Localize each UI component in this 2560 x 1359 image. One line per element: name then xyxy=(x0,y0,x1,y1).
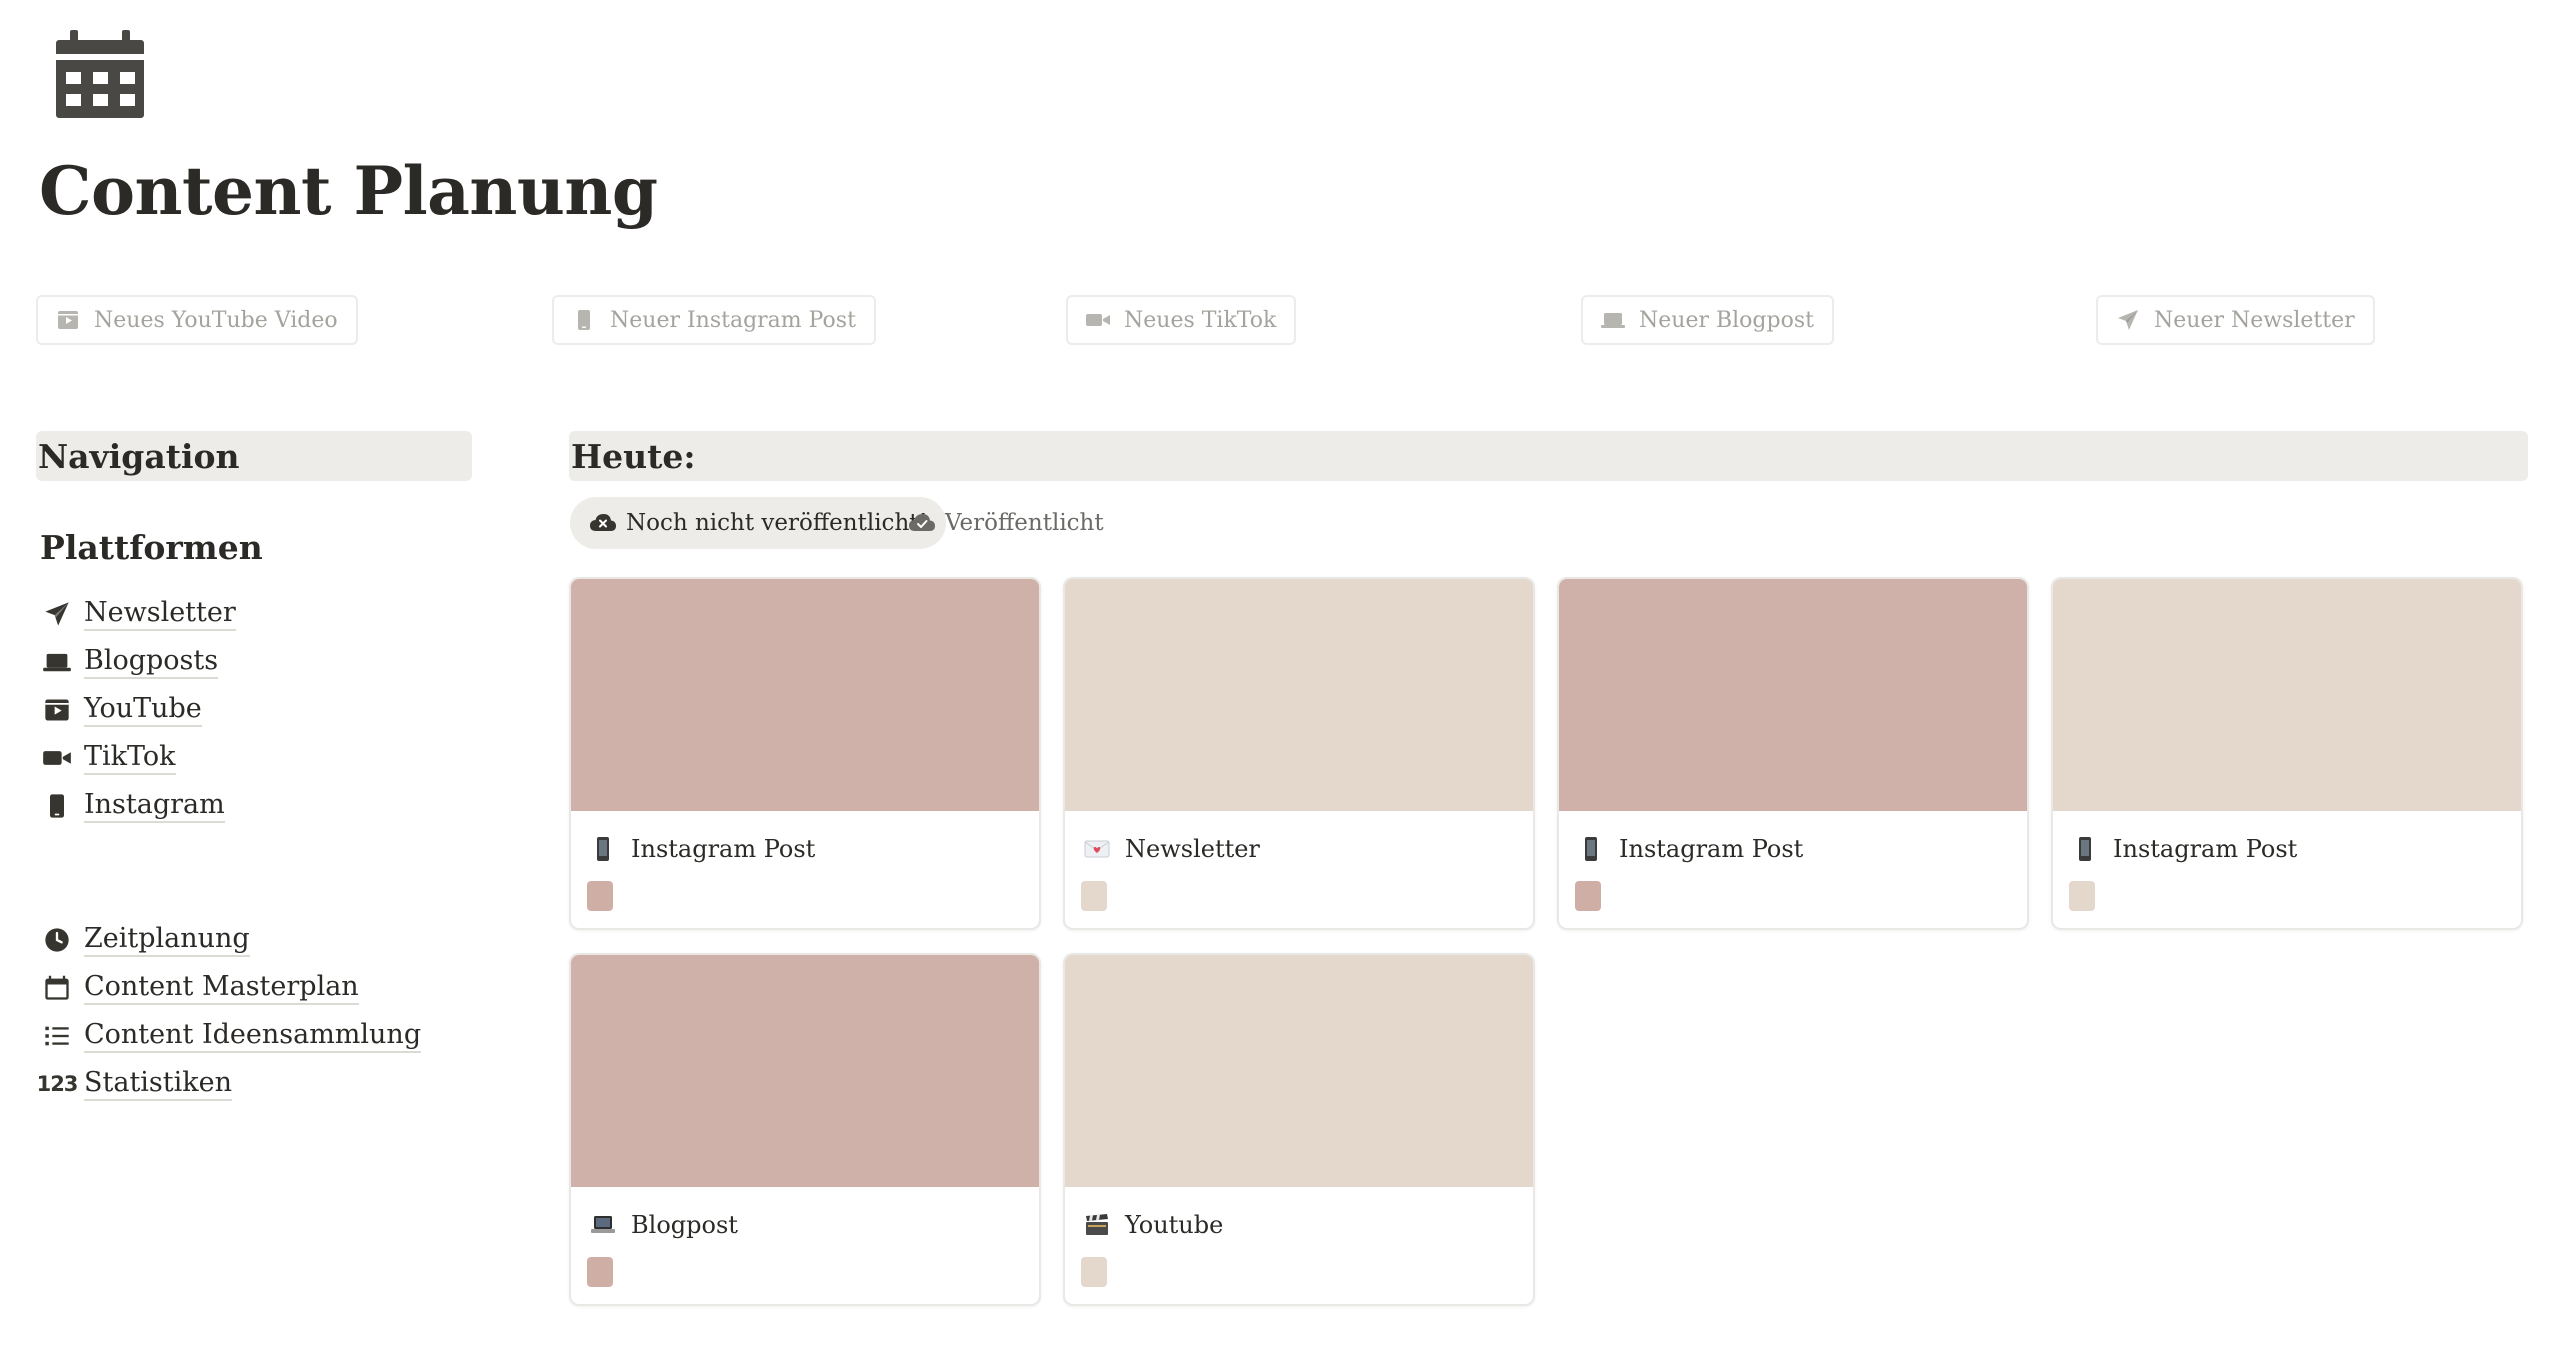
status-tag xyxy=(1575,881,1601,911)
today-title: Heute: xyxy=(571,436,696,476)
clapperboard-icon xyxy=(40,693,74,727)
navigation-header: Navigation xyxy=(36,431,472,481)
nav-link-label: Statistiken xyxy=(84,1067,232,1101)
paper-plane-icon xyxy=(40,597,74,631)
status-tag xyxy=(587,881,613,911)
nav-link-label: Content Ideensammlung xyxy=(84,1019,422,1053)
mobile-phone-emoji-icon xyxy=(1577,835,1605,863)
nav-link-blogposts[interactable]: Blogposts xyxy=(40,642,219,682)
nav-link-label: Newsletter xyxy=(84,597,236,631)
smartphone-icon xyxy=(40,789,74,823)
nav-link-label: Content Masterplan xyxy=(84,971,359,1005)
new-blogpost-button[interactable]: Neuer Blogpost xyxy=(1581,295,1834,345)
nav-link-label: Zeitplanung xyxy=(84,923,250,957)
video-camera-icon xyxy=(1084,306,1112,334)
today-header: Heute: xyxy=(569,431,2528,481)
calendar-icon[interactable] xyxy=(50,28,150,120)
card-title: Instagram Post xyxy=(2113,835,2298,863)
status-tag xyxy=(1081,881,1107,911)
card-instagram-post[interactable]: Instagram Post xyxy=(2051,577,2523,930)
card-title: Instagram Post xyxy=(1619,835,1804,863)
tab-label: Veröffentlicht xyxy=(945,510,1104,536)
button-label: Neues TikTok xyxy=(1124,307,1277,333)
nav-link-zeitplanung[interactable]: Zeitplanung xyxy=(40,920,250,960)
button-label: Neues YouTube Video xyxy=(94,307,338,333)
laptop-icon xyxy=(1599,306,1627,334)
nav-link-label: YouTube xyxy=(84,693,202,727)
status-tag xyxy=(1081,1257,1107,1287)
nav-link-content-ideensammlung[interactable]: Content Ideensammlung xyxy=(40,1016,422,1056)
mobile-phone-emoji-icon xyxy=(2071,835,2099,863)
cloud-check-icon xyxy=(907,508,937,538)
nav-link-label: TikTok xyxy=(84,741,176,775)
nav-link-content-masterplan[interactable]: Content Masterplan xyxy=(40,968,359,1008)
clock-icon xyxy=(40,923,74,957)
card-cover xyxy=(1065,579,1533,811)
smartphone-icon xyxy=(570,306,598,334)
card-cover xyxy=(1559,579,2027,811)
card-blogpost[interactable]: Blogpost xyxy=(569,953,1041,1306)
card-cover xyxy=(571,579,1039,811)
new-tiktok-button[interactable]: Neues TikTok xyxy=(1066,295,1297,345)
card-cover xyxy=(1065,955,1533,1187)
mobile-phone-emoji-icon xyxy=(589,835,617,863)
video-camera-icon xyxy=(40,741,74,775)
cloud-x-icon xyxy=(588,508,618,538)
card-cover xyxy=(2053,579,2521,811)
card-title: Newsletter xyxy=(1125,835,1260,863)
card-youtube[interactable]: Youtube xyxy=(1063,953,1535,1306)
laptop-icon xyxy=(40,645,74,679)
card-title: Blogpost xyxy=(631,1211,738,1239)
clapper-emoji-icon xyxy=(1083,1211,1111,1239)
card-newsletter[interactable]: Newsletter xyxy=(1063,577,1535,930)
nav-link-tiktok[interactable]: TikTok xyxy=(40,738,176,778)
button-label: Neuer Newsletter xyxy=(2154,307,2355,333)
tab-published[interactable]: Veröffentlicht xyxy=(889,497,1122,549)
button-label: Neuer Blogpost xyxy=(1639,307,1814,333)
navigation-title: Navigation xyxy=(38,436,240,476)
page-title: Content Planung xyxy=(39,152,658,230)
status-tag xyxy=(587,1257,613,1287)
numbers-icon: 123 xyxy=(36,1072,79,1096)
nav-link-youtube[interactable]: YouTube xyxy=(40,690,202,730)
list-icon xyxy=(40,1019,74,1053)
button-label: Neuer Instagram Post xyxy=(610,307,856,333)
new-newsletter-button[interactable]: Neuer Newsletter xyxy=(2096,295,2375,345)
nav-link-label: Instagram xyxy=(84,789,225,823)
nav-link-label: Blogposts xyxy=(84,645,219,679)
new-instagram-post-button[interactable]: Neuer Instagram Post xyxy=(552,295,876,345)
tab-label: Noch nicht veröffentlicht! xyxy=(626,510,928,536)
card-title: Instagram Post xyxy=(631,835,816,863)
status-tag xyxy=(2069,881,2095,911)
platforms-heading: Plattformen xyxy=(40,528,263,567)
laptop-emoji-icon xyxy=(589,1211,617,1239)
calendar-icon xyxy=(40,971,74,1005)
card-instagram-post[interactable]: Instagram Post xyxy=(1557,577,2029,930)
new-youtube-video-button[interactable]: Neues YouTube Video xyxy=(36,295,358,345)
nav-link-statistiken[interactable]: 123 Statistiken xyxy=(36,1064,232,1104)
card-instagram-post[interactable]: Instagram Post xyxy=(569,577,1041,930)
card-cover xyxy=(571,955,1039,1187)
nav-link-newsletter[interactable]: Newsletter xyxy=(40,594,236,634)
nav-link-instagram[interactable]: Instagram xyxy=(40,786,225,826)
paper-plane-icon xyxy=(2114,306,2142,334)
card-title: Youtube xyxy=(1125,1211,1224,1239)
clapperboard-icon xyxy=(54,306,82,334)
love-letter-emoji-icon xyxy=(1083,835,1111,863)
